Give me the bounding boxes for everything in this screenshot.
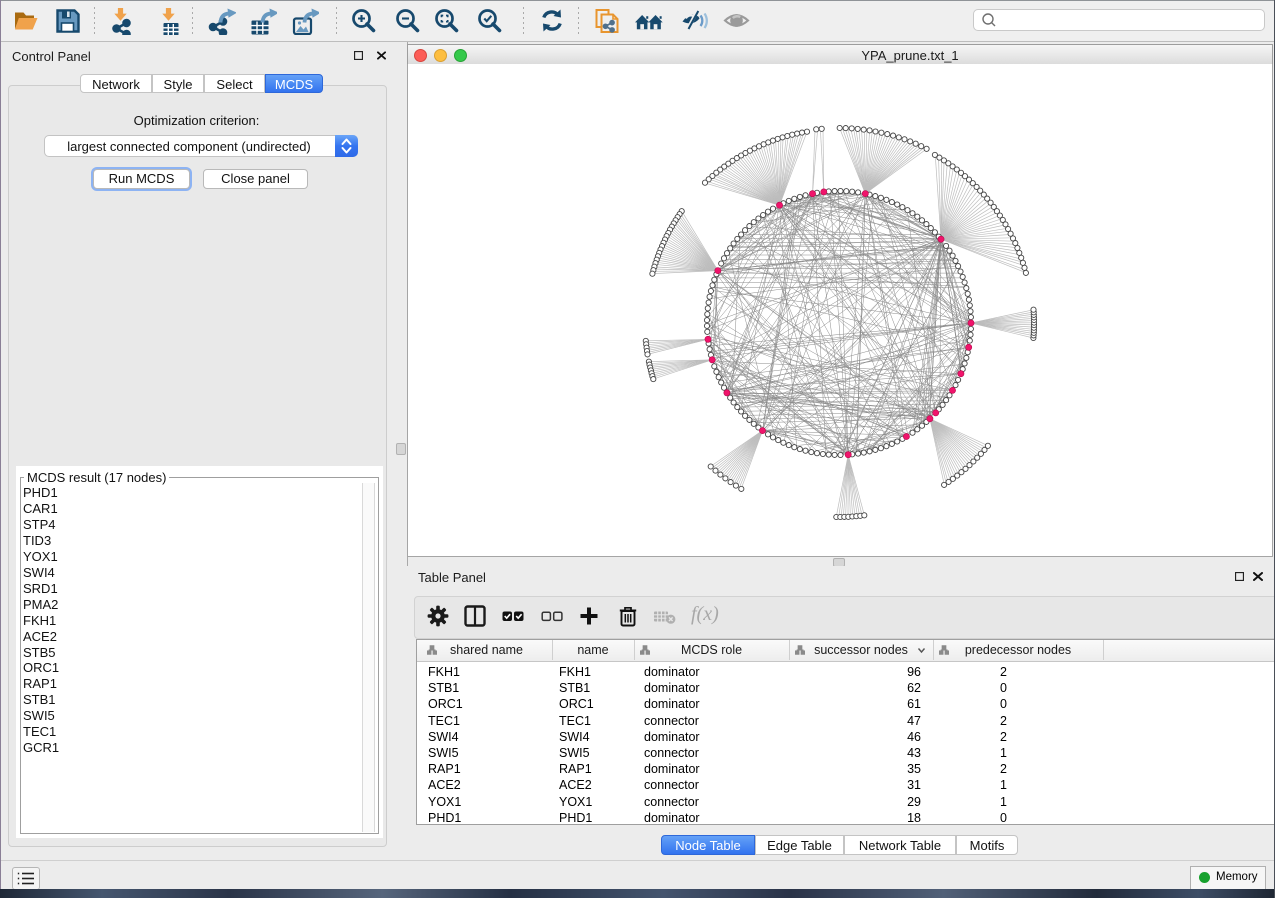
svg-text:f(x): f(x)	[691, 603, 719, 625]
